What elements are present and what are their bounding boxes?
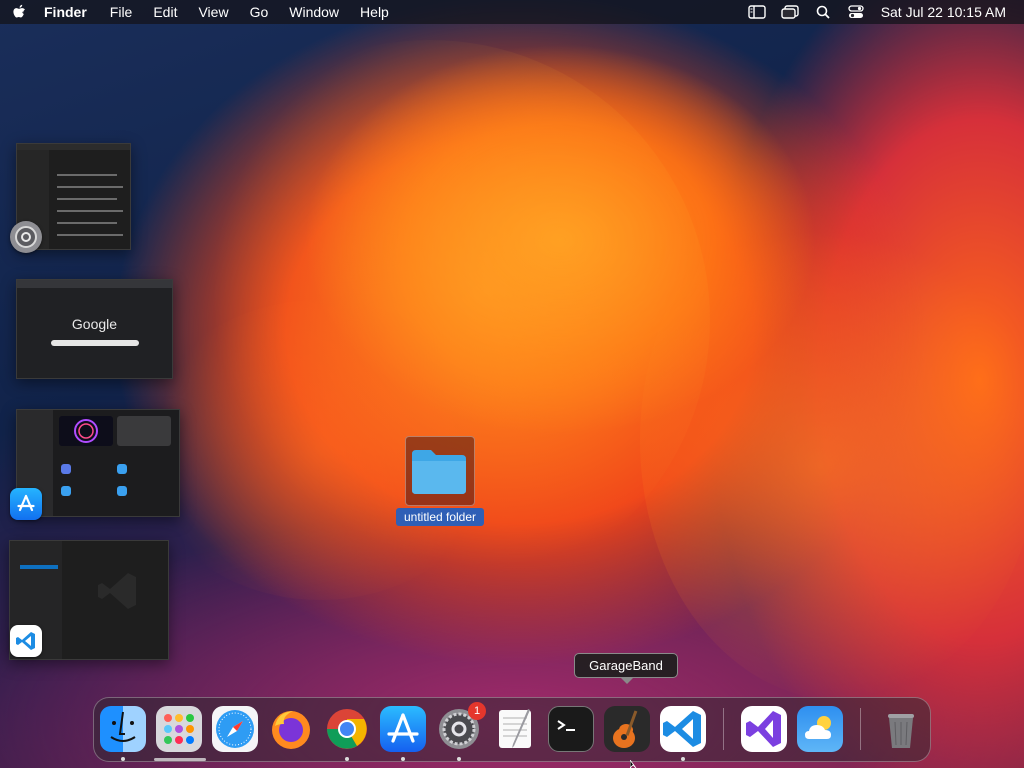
- control-center-icon[interactable]: [845, 3, 867, 21]
- mouse-cursor-icon: [630, 760, 637, 768]
- settings-row: [57, 174, 117, 176]
- notification-badge: 1: [468, 702, 486, 720]
- settings-row: [57, 198, 117, 200]
- stage-manager-icon[interactable]: [779, 3, 801, 21]
- terminal-icon[interactable]: [548, 706, 594, 752]
- app-tile: [61, 464, 71, 474]
- menu-app-finder[interactable]: Finder: [44, 4, 87, 20]
- featured-banner: [117, 416, 171, 446]
- app-tile: [117, 486, 127, 496]
- menu-file[interactable]: File: [110, 4, 133, 20]
- textedit-icon[interactable]: [492, 706, 538, 752]
- trash-icon[interactable]: [878, 706, 924, 752]
- folder-label[interactable]: untitled folder: [396, 508, 484, 526]
- running-indicator: [457, 757, 461, 761]
- garageband-icon[interactable]: [604, 706, 650, 752]
- settings-row: [57, 186, 123, 188]
- stage-thumbnail-chrome[interactable]: Google: [16, 279, 173, 379]
- app-tile: [117, 464, 127, 474]
- settings-row: [57, 210, 123, 212]
- menu-bar-clock[interactable]: Sat Jul 22 10:15 AM: [881, 4, 1006, 20]
- featured-banner: [59, 416, 113, 446]
- dock-scroll-indicator: [154, 758, 206, 761]
- sidebar-list-icon[interactable]: [746, 3, 768, 21]
- launchpad-icon[interactable]: [156, 706, 202, 752]
- dock-separator: [723, 708, 724, 750]
- vscode-watermark-icon: [98, 573, 136, 609]
- vscode-icon[interactable]: [660, 706, 706, 752]
- menu-go[interactable]: Go: [250, 4, 269, 20]
- firefox-icon[interactable]: [268, 706, 314, 752]
- app-store-badge-icon[interactable]: [10, 488, 42, 520]
- apple-menu-icon[interactable]: [12, 3, 30, 21]
- menu-window[interactable]: Window: [289, 4, 339, 20]
- running-indicator: [681, 757, 685, 761]
- dock-tooltip: GarageBand: [574, 653, 678, 678]
- safari-icon[interactable]: [212, 706, 258, 752]
- menu-help[interactable]: Help: [360, 4, 389, 20]
- settings-row: [57, 234, 123, 236]
- tooltip-arrow: [620, 677, 634, 684]
- chrome-icon[interactable]: [324, 706, 370, 752]
- visual-studio-icon[interactable]: [741, 706, 787, 752]
- menu-edit[interactable]: Edit: [153, 4, 177, 20]
- menu-bar: Finder File Edit View Go Window Help Sat…: [0, 0, 1024, 24]
- dock-separator: [860, 708, 861, 750]
- wallpaper-wave: [640, 180, 1024, 700]
- google-logo-text: Google: [71, 316, 118, 332]
- window-titlebar: [17, 280, 172, 288]
- vscode-button: [20, 565, 58, 569]
- menu-view[interactable]: View: [198, 4, 228, 20]
- app-tile: [61, 486, 71, 496]
- folder-icon[interactable]: [409, 446, 469, 496]
- system-settings-badge-icon[interactable]: [10, 221, 42, 253]
- app-store-icon[interactable]: [380, 706, 426, 752]
- vscode-badge-icon[interactable]: [10, 625, 42, 657]
- running-indicator: [401, 757, 405, 761]
- running-indicator: [121, 757, 125, 761]
- settings-row: [57, 222, 117, 224]
- weather-icon[interactable]: [797, 706, 843, 752]
- google-search-box: [51, 340, 139, 346]
- finder-icon[interactable]: [100, 706, 146, 752]
- spotlight-search-icon[interactable]: [812, 3, 834, 21]
- running-indicator: [345, 757, 349, 761]
